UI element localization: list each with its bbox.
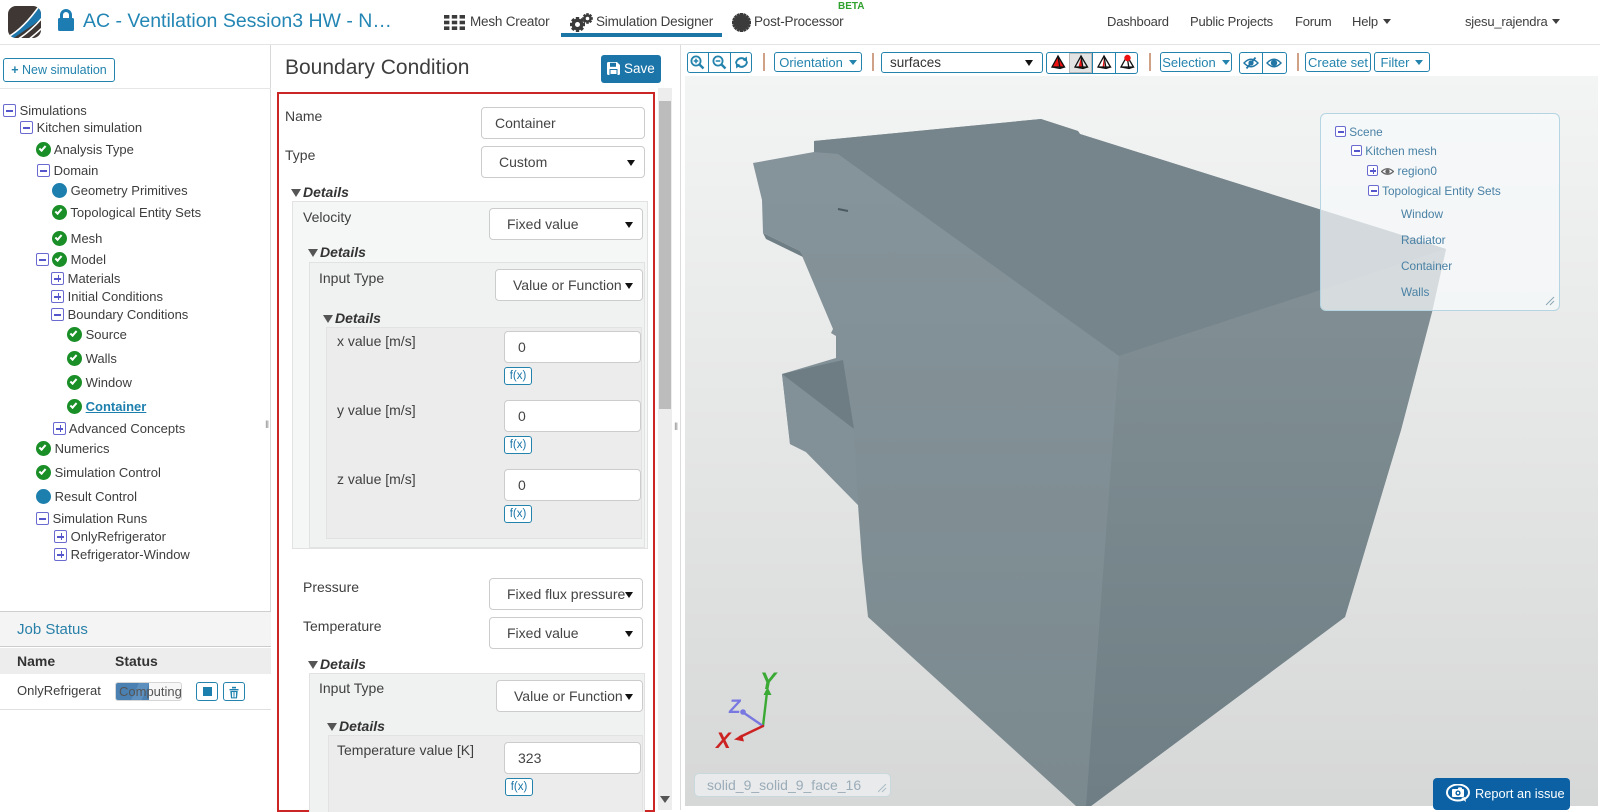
svg-text:Y: Y bbox=[760, 668, 778, 695]
svg-text:Z: Z bbox=[728, 697, 742, 718]
svg-text:X: X bbox=[714, 728, 732, 753]
